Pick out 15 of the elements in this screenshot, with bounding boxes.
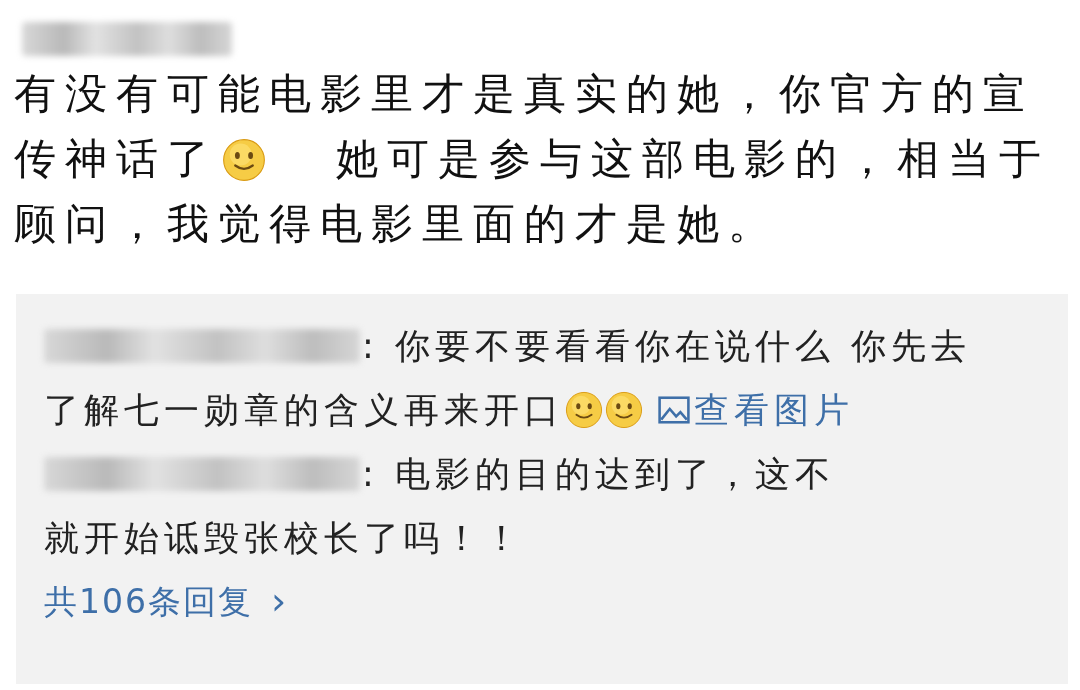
comment-text: 有没有可能电影里才是真实的她，你官方的宣 (14, 70, 1034, 119)
reply-text: : 你要不要看看你在说什么 你先去 (362, 325, 972, 367)
more-replies-link[interactable]: 共106条回复 (44, 583, 253, 621)
chevron-right-icon[interactable]: › (271, 580, 287, 624)
reply-text: 了解七一勋章的含义再来开口 (44, 389, 564, 431)
image-icon (658, 396, 690, 424)
comment-text: 顾问，我觉得电影里面的才是她。 (14, 200, 779, 249)
smiley-emoji-icon (565, 391, 603, 429)
comment-text: 她可是参与这部电影的，相当于 (336, 135, 1050, 184)
view-image-link[interactable]: 查看图片 (694, 389, 854, 431)
comment-text: 传神话了 (14, 135, 218, 184)
smiley-emoji-icon (222, 137, 266, 182)
reply-text: 就开始诋毁张校长了吗！！ (44, 517, 524, 559)
reply-text: : 电影的目的达到了，这不 (362, 453, 835, 495)
smiley-emoji-icon (605, 391, 643, 429)
